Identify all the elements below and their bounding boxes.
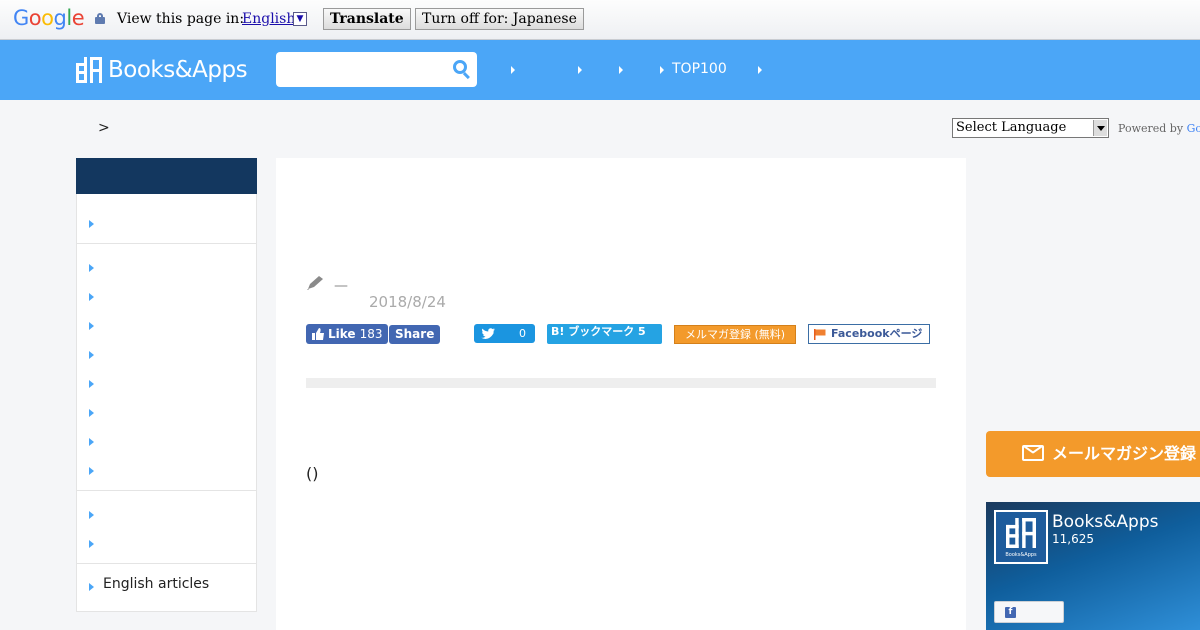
mail-magazine-button[interactable]: メルマガ登録 (無料) [674, 325, 796, 344]
twitter-icon [481, 328, 495, 339]
lock-icon [95, 13, 105, 24]
sidebar-item[interactable] [89, 317, 249, 337]
caret-right-icon [89, 293, 94, 301]
facebook-page-avatar[interactable]: Books&Apps [994, 510, 1048, 564]
caret-right-icon [89, 438, 94, 446]
translate-language-link[interactable]: English [242, 11, 295, 27]
sidebar-item[interactable] [89, 346, 249, 366]
article-body-text: () [306, 464, 319, 483]
chevron-down-icon[interactable]: ▼ [293, 12, 307, 26]
tweet-button[interactable]: 0 [474, 324, 535, 343]
avatar-caption: Books&Apps [1005, 552, 1037, 558]
sidebar-item[interactable] [89, 288, 249, 308]
site-logo[interactable]: Books&Apps [76, 55, 248, 85]
caret-right-icon [89, 511, 94, 519]
facebook-page-name[interactable]: Books&Apps [1052, 512, 1159, 532]
facebook-icon: f [1005, 607, 1016, 618]
sidebar-item[interactable] [89, 375, 249, 395]
article-author[interactable]: — [334, 278, 348, 294]
caret-right-icon [89, 351, 94, 359]
facebook-page-button[interactable]: Facebookページ [808, 324, 930, 344]
language-select[interactable]: Select Language [952, 118, 1109, 138]
nav-item-top100[interactable]: TOP100 [672, 61, 727, 77]
turn-off-translate-button[interactable]: Turn off for: Japanese [415, 8, 584, 30]
divider-bar [306, 378, 936, 388]
translate-button[interactable]: Translate [323, 8, 411, 30]
breadcrumb: > [98, 120, 110, 136]
hatena-bookmark-button[interactable]: B! ブックマーク 5 [547, 324, 662, 344]
sidebar-item[interactable] [89, 433, 249, 453]
nav-item-3-arrow-icon[interactable] [619, 66, 623, 74]
facebook-like-button[interactable]: Like 183 [306, 324, 389, 344]
mail-magazine-banner[interactable]: メールマガジン登録 [986, 431, 1200, 477]
sidebar-item[interactable] [89, 404, 249, 424]
nav-item-2-arrow-icon[interactable] [578, 66, 582, 74]
search-input[interactable] [276, 52, 477, 87]
article-content [276, 158, 966, 630]
caret-right-icon [89, 264, 94, 272]
pencil-icon [307, 276, 323, 290]
sidebar-divider [77, 490, 256, 491]
caret-right-icon [89, 540, 94, 548]
sidebar-header [76, 158, 257, 194]
books-apps-logo-icon [76, 57, 102, 83]
thumbs-up-icon [312, 328, 324, 340]
sidebar-item[interactable] [89, 506, 249, 526]
like-label: Like [328, 327, 356, 341]
caret-right-icon [89, 322, 94, 330]
facebook-page-widget[interactable]: Books&Apps Books&Apps 11,625 f [986, 502, 1200, 630]
caret-right-icon [89, 583, 94, 591]
tweet-count: 0 [519, 327, 526, 340]
article-date: 2018/8/24 [369, 293, 446, 311]
facebook-page-like-button[interactable]: f [994, 601, 1064, 623]
google-translate-bar: Google View this page in: English ▼ Tran… [0, 0, 1200, 40]
facebook-follower-count: 11,625 [1052, 532, 1094, 546]
nav-item-top100-arrow-icon [660, 66, 664, 74]
sidebar-item[interactable] [89, 535, 249, 555]
caret-right-icon [89, 467, 94, 475]
sidebar-divider [77, 243, 256, 244]
like-count: 183 [359, 327, 383, 341]
site-header: Books&Apps TOP100 [0, 40, 1200, 100]
books-apps-logo-icon [1006, 518, 1036, 548]
sidebar-item[interactable] [89, 259, 249, 279]
envelope-icon [1022, 445, 1044, 461]
sidebar-item[interactable] [89, 462, 249, 482]
nav-item-5-arrow-icon[interactable] [758, 66, 762, 74]
nav-item-1-arrow-icon[interactable] [511, 66, 515, 74]
sidebar-item[interactable] [89, 215, 249, 235]
sidebar-item-english-articles[interactable]: English articles [89, 576, 249, 596]
view-page-label: View this page in: [117, 11, 245, 27]
sidebar: English articles [76, 158, 257, 612]
site-logo-text: Books&Apps [108, 57, 248, 83]
flag-icon [814, 329, 826, 340]
language-select-value: Select Language [956, 120, 1067, 135]
facebook-share-button[interactable]: Share [389, 325, 441, 344]
sidebar-divider [77, 563, 256, 564]
google-logo: Google [13, 6, 85, 30]
powered-by-google: Powered by Go [1118, 122, 1200, 135]
search-icon[interactable] [453, 60, 472, 80]
chevron-down-icon [1093, 120, 1107, 136]
caret-right-icon [89, 380, 94, 388]
caret-right-icon [89, 220, 94, 228]
caret-right-icon [89, 409, 94, 417]
